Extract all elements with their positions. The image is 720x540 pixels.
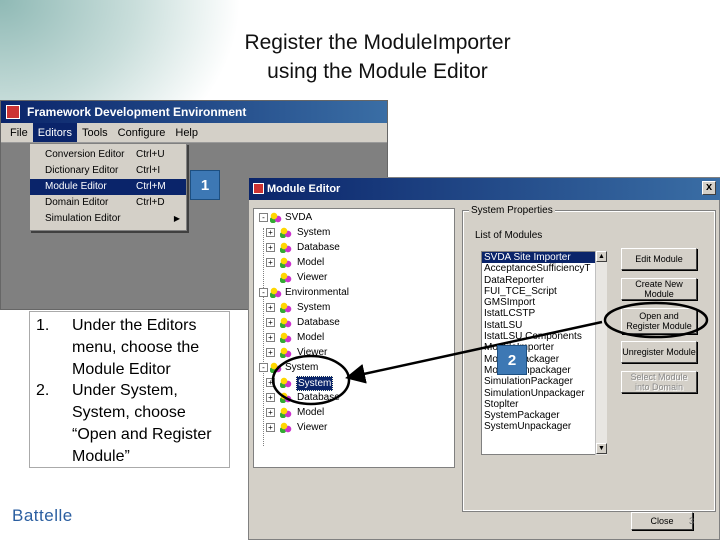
highlight-ellipse-open-register <box>603 301 709 339</box>
annotation-overlay <box>271 301 709 406</box>
arrow-connector <box>345 320 603 384</box>
highlight-ellipse-system <box>271 354 351 406</box>
callout-step-2: 2 <box>497 345 527 375</box>
